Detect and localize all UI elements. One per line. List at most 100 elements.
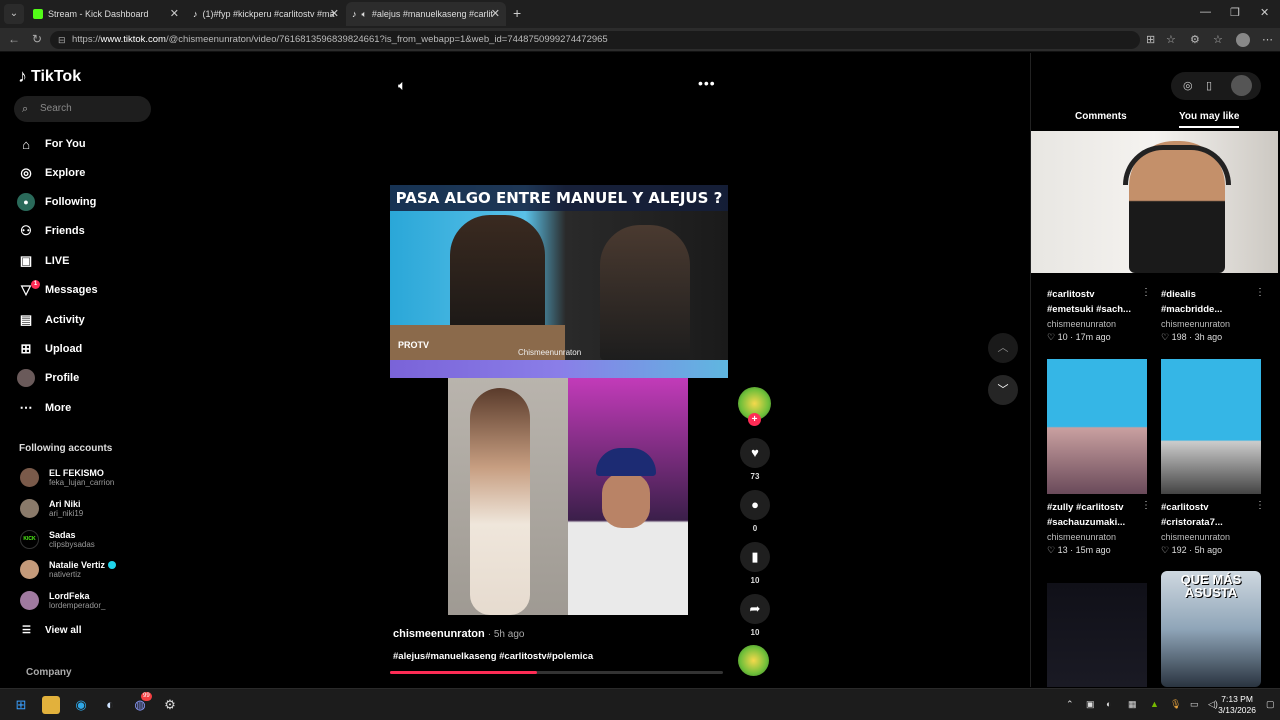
recommended-video-card[interactable]: #zully #carlitostv #sachauzumaki... chis… [1047,500,1157,556]
tab-comments[interactable]: Comments [1075,111,1127,122]
card-more-icon[interactable]: ⋮ [1141,287,1151,298]
sidebar-item-activity[interactable]: ▤ Activity [17,309,85,331]
bookmark-icon: ▮ [740,542,770,572]
more-options-icon[interactable]: ••• [698,75,716,91]
tray-nvidia-icon[interactable]: ▲ [1150,699,1159,709]
clock-date: 3/13/2026 [1218,705,1256,715]
video-hashtags[interactable]: #alejus#manuelkaseng #carlitostv#polemic… [393,651,593,662]
volume-tray-icon[interactable]: ◁) [1208,699,1218,710]
browser-tab-kick[interactable]: Stream - Kick Dashboard ✕ [27,2,185,26]
volume-icon[interactable]: 🔈︎ [398,77,406,94]
following-account[interactable]: KICK Sadas clipsbysadas [20,526,95,552]
discord-icon[interactable]: ◍ 99 [131,692,152,714]
mini-player[interactable] [1031,131,1278,273]
sidebar-item-for-you[interactable]: ⌂ For You [17,133,85,155]
panel-toolbar: ◎ ▯ [1171,72,1261,100]
recommended-video-card[interactable]: #carlitostv #cristorata7... chismeenunra… [1161,500,1271,556]
card-more-icon[interactable]: ⋮ [1141,500,1151,511]
comment-icon: ● [740,490,770,520]
previous-video-button[interactable]: ︿ [988,333,1018,363]
browser-tab-tiktok-active[interactable]: ♪ 🔈︎ #alejus #manuelkaseng #carlit ✕ [346,2,506,26]
card-time: 15m ago [1075,545,1111,555]
following-account[interactable]: Natalie Vertiz nativertiz [20,556,117,582]
tiktok-logo[interactable]: ♪ TikTok [18,66,81,87]
user-avatar[interactable] [1231,75,1252,96]
tab-close-icon[interactable]: ✕ [491,7,500,20]
tab-close-icon[interactable]: ✕ [170,7,179,20]
heart-outline-icon: ♡ [1047,545,1056,555]
steam-icon[interactable]: ◐ [101,696,119,714]
view-all-button[interactable]: ☰ View all [22,625,81,636]
next-video-button[interactable]: ﹀ [988,375,1018,405]
back-icon[interactable]: ← [8,32,20,46]
extensions-icon[interactable]: ⚙ [1190,33,1200,46]
following-account[interactable]: EL FEKISMO feka_lujan_carrion [20,464,114,490]
card-more-icon[interactable]: ⋮ [1255,500,1265,511]
close-window-icon[interactable]: ✕ [1260,6,1269,19]
video-author[interactable]: chismeenunraton · 5h ago [393,628,524,640]
favorites-icon[interactable]: ☆ [1213,33,1223,46]
video-thumbnail[interactable] [1047,359,1147,494]
browser-menu-icon[interactable]: ⋯ [1262,33,1273,46]
sidebar-item-following[interactable]: ● Following [17,191,96,213]
video-thumbnail[interactable]: QUE MÁS ASUSTA [1161,571,1261,687]
right-panel: ◎ ▯ Comments You may like #carlitostv #e… [1030,53,1280,687]
file-explorer-icon[interactable] [42,696,60,714]
video-strip [390,360,728,378]
app-available-icon[interactable]: ⊞ [1146,33,1155,46]
restore-icon[interactable]: ❐ [1230,6,1240,19]
following-account[interactable]: Ari Niki ari_niki19 [20,495,83,521]
search-input[interactable]: ⌕ Search [14,96,151,122]
network-icon[interactable]: ▭ [1190,699,1199,710]
company-link[interactable]: Company [26,667,72,678]
tray-app-icon[interactable]: ▣ [1086,699,1095,710]
compass-icon[interactable]: ◎ [1183,79,1193,92]
comment-button[interactable]: ● 0 [738,490,772,533]
video-thumbnail[interactable] [1047,583,1147,687]
card-likes: 10 [1057,332,1068,342]
sidebar-item-friends[interactable]: ⚇ Friends [17,220,85,242]
start-windows-icon[interactable]: ⊞ [12,696,30,714]
new-tab-button[interactable]: + [513,5,521,21]
video-player[interactable]: PASA ALGO ENTRE MANUEL Y ALEJUS ? PROTV … [390,185,728,615]
recommended-video-card[interactable]: #diealis #macbridde... chismeenunraton ♡… [1161,287,1271,343]
tab-you-may-like[interactable]: You may like [1179,111,1240,128]
like-button[interactable]: ♥ 73 [738,438,772,481]
favorite-star-icon[interactable]: ☆ [1166,33,1176,46]
address-bar[interactable]: ⊟ https://www.tiktok.com/@chismeenunrato… [50,31,1140,49]
edge-browser-icon[interactable]: ◉ [72,696,90,714]
tray-app-icon[interactable]: ▦ [1128,699,1137,710]
account-handle: clipsbysadas [49,539,95,549]
sidebar-item-upload[interactable]: ⊞ Upload [17,338,83,360]
save-button[interactable]: ▮ 10 [738,542,772,585]
music-disc-avatar[interactable] [738,645,769,676]
video-progress-bar[interactable] [390,671,723,674]
tab-close-icon[interactable]: ✕ [330,7,339,20]
profile-avatar[interactable] [1236,33,1250,47]
sidebar-item-explore[interactable]: ◎ Explore [17,162,85,184]
sidebar-item-more[interactable]: ⋯ More [17,397,72,419]
share-button[interactable]: ➦ 10 [738,594,772,637]
following-account[interactable]: LordFeka lordemperador_ [20,587,105,613]
sidebar-item-profile[interactable]: Profile [17,367,79,389]
sidebar-item-live[interactable]: ▣ LIVE [17,250,70,272]
follow-plus-icon[interactable]: + [748,413,761,426]
minimize-icon[interactable]: — [1200,6,1211,18]
microphone-icon[interactable]: 🎙︎ [1170,699,1181,710]
system-clock[interactable]: 7:13 PM 3/13/2026 [1218,694,1256,716]
sidebar-item-messages[interactable]: ▽ 1 Messages [17,279,98,301]
card-more-icon[interactable]: ⋮ [1255,287,1265,298]
like-count: 73 [750,472,760,481]
video-thumbnail[interactable] [1161,359,1261,494]
tray-steam-icon[interactable]: ◐ [1106,699,1111,709]
refresh-icon[interactable]: ↻ [32,32,42,46]
notifications-icon[interactable]: ▢ [1266,699,1275,710]
app-icon[interactable]: ⚙ [161,696,179,714]
site-info-icon[interactable]: ⊟ [58,31,66,49]
browser-tab-tiktok-fyp[interactable]: ♪ (1)#fyp #kickperu #carlitostv #ma ✕ [187,2,345,26]
phone-icon[interactable]: ▯ [1206,79,1212,92]
tab-actions-menu-button[interactable]: ⌄ [4,4,24,24]
recommended-video-card[interactable]: #carlitostv #emetsuki #sach... chismeenu… [1047,287,1157,343]
activity-icon: ▤ [19,312,33,327]
tray-overflow-icon[interactable]: ⌃ [1066,699,1074,710]
